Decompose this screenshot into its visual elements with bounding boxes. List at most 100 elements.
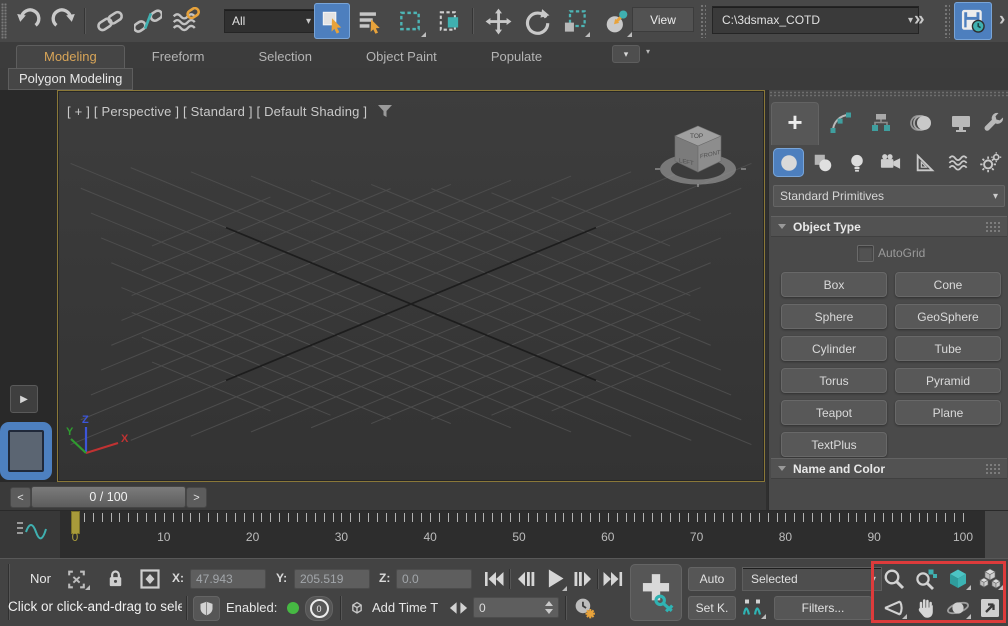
ribbon-tab-object-paint[interactable]: Object Paint xyxy=(339,46,464,68)
per-view-filter-icon[interactable] xyxy=(377,105,393,118)
redo-button[interactable] xyxy=(46,3,82,39)
key-filters-icon-button[interactable] xyxy=(740,595,768,621)
viewcube[interactable]: TOP LEFT FRONT xyxy=(650,117,750,201)
ribbon-tab-populate[interactable]: Populate xyxy=(464,46,569,68)
rollout-object-type[interactable]: Object Type xyxy=(771,216,1007,237)
rollout-name-and-color[interactable]: Name and Color xyxy=(771,458,1007,479)
undo-button[interactable] xyxy=(10,3,46,39)
expand-panel-button[interactable]: ▶ xyxy=(10,385,38,413)
category-space-warps[interactable] xyxy=(943,148,974,177)
set-key-button[interactable]: Set K. xyxy=(688,596,736,620)
tab-motion[interactable] xyxy=(903,108,939,138)
rollout-grip-icon[interactable] xyxy=(985,221,1000,232)
x-coordinate-field[interactable]: 47.943 xyxy=(190,569,266,589)
select-and-manipulate-button[interactable] xyxy=(598,3,634,39)
field-of-view-button[interactable] xyxy=(878,594,909,621)
toolbar-overflow-button[interactable]: » xyxy=(914,9,925,31)
set-keys-button[interactable] xyxy=(630,564,682,621)
caddy-counter-button[interactable]: 0 xyxy=(305,596,333,621)
rectangular-selection-region-button[interactable] xyxy=(392,3,428,39)
y-coordinate-field[interactable]: 205.519 xyxy=(294,569,370,589)
object-type-button-plane[interactable]: Plane xyxy=(895,400,1001,425)
object-type-button-geosphere[interactable]: GeoSphere xyxy=(895,304,1001,329)
object-type-button-cone[interactable]: Cone xyxy=(895,272,1001,297)
primitive-category-dropdown[interactable]: Standard Primitives ▾ xyxy=(773,185,1005,207)
tab-utilities[interactable] xyxy=(979,108,1008,138)
autogrid-checkbox[interactable] xyxy=(857,245,874,262)
ribbon-tab-modeling[interactable]: Modeling xyxy=(16,45,125,68)
track-bar-ruler[interactable]: 0102030405060708090100 xyxy=(60,511,985,559)
category-helpers[interactable] xyxy=(909,148,940,177)
orbit-button[interactable] xyxy=(942,594,973,621)
perspective-viewport[interactable]: [ + ] [ Perspective ] [ Standard ] [ Def… xyxy=(57,90,765,482)
object-type-button-torus[interactable]: Torus xyxy=(781,368,887,393)
category-shapes[interactable] xyxy=(807,148,838,177)
zoom-all-button[interactable] xyxy=(910,565,941,592)
viewport-layout-tab[interactable] xyxy=(0,422,52,480)
category-cameras[interactable] xyxy=(875,148,906,177)
panel-drag-handle[interactable] xyxy=(769,91,1008,97)
go-to-end-button[interactable] xyxy=(601,567,625,594)
bind-to-space-warp-button[interactable] xyxy=(168,3,204,39)
z-coordinate-field[interactable]: 0.0 xyxy=(396,569,472,589)
selection-filter-dropdown[interactable]: All ▾ xyxy=(224,9,317,33)
play-animation-button[interactable] xyxy=(541,565,569,593)
auto-key-button[interactable]: Auto xyxy=(688,567,736,591)
category-lights[interactable] xyxy=(841,148,872,177)
absolute-offset-mode-toggle[interactable] xyxy=(138,567,164,592)
object-type-button-pyramid[interactable]: Pyramid xyxy=(895,368,1001,393)
tab-modify[interactable] xyxy=(823,108,859,138)
spinner-up-icon[interactable] xyxy=(545,601,553,606)
go-to-start-button[interactable] xyxy=(482,567,506,594)
add-time-tag-label[interactable]: Add Time T xyxy=(372,600,442,615)
object-type-button-cylinder[interactable]: Cylinder xyxy=(781,336,887,361)
ribbon-tab-selection[interactable]: Selection xyxy=(232,46,339,68)
select-and-move-button[interactable] xyxy=(480,3,516,39)
ribbon-minimize-caret[interactable]: ▾ xyxy=(646,47,650,56)
pan-view-button[interactable] xyxy=(910,594,941,621)
ribbon-tab-freeform[interactable]: Freeform xyxy=(125,46,232,68)
unlink-selection-button[interactable] xyxy=(130,3,166,39)
viewcube-top-label[interactable]: TOP xyxy=(690,133,703,140)
reference-coordinate-system[interactable]: View xyxy=(632,7,694,32)
zoom-extents-button[interactable] xyxy=(942,565,973,592)
selection-lock-toggle[interactable] xyxy=(104,567,128,592)
select-and-link-button[interactable] xyxy=(92,3,128,39)
key-filter-set-dropdown[interactable]: Selected ▾ xyxy=(742,567,882,591)
ribbon-subtab-polygon-modeling[interactable]: Polygon Modeling xyxy=(8,68,133,90)
maximize-viewport-toggle[interactable] xyxy=(974,594,1005,621)
mini-curve-editor-button[interactable] xyxy=(14,518,48,543)
category-geometry[interactable] xyxy=(773,148,804,177)
caddy-settings-button[interactable] xyxy=(193,596,220,621)
object-type-button-box[interactable]: Box xyxy=(781,272,887,297)
next-frame-button[interactable] xyxy=(571,567,595,594)
toolbar-drag-handle[interactable] xyxy=(1,3,7,39)
current-frame-field[interactable]: 0 xyxy=(473,597,559,618)
spinner-down-icon[interactable] xyxy=(545,609,553,614)
select-and-rotate-button[interactable] xyxy=(518,3,554,39)
tab-create[interactable]: + xyxy=(771,102,819,145)
key-mode-toggle[interactable] xyxy=(448,600,469,619)
tab-display[interactable] xyxy=(943,108,979,138)
time-slider[interactable]: 0 / 100 xyxy=(31,486,186,508)
previous-frame-slider-button[interactable]: < xyxy=(10,487,31,508)
viewport-label-text[interactable]: [ + ] [ Perspective ] [ Standard ] [ Def… xyxy=(67,104,367,119)
toolbar-overflow-right[interactable]: › xyxy=(999,9,1005,31)
window-crossing-toggle-button[interactable] xyxy=(432,3,468,39)
autosave-time-button[interactable] xyxy=(954,2,992,40)
object-type-button-teapot[interactable]: Teapot xyxy=(781,400,887,425)
tab-hierarchy[interactable] xyxy=(863,108,899,138)
zoom-button[interactable] xyxy=(878,565,909,592)
rollout-grip-icon[interactable] xyxy=(985,463,1000,474)
select-object-button[interactable] xyxy=(314,3,350,39)
filters-button[interactable]: Filters... xyxy=(774,596,872,620)
previous-frame-button[interactable] xyxy=(514,567,538,594)
ribbon-minimize-button[interactable]: ▾ xyxy=(612,45,640,63)
object-type-button-tube[interactable]: Tube xyxy=(895,336,1001,361)
time-configuration-button[interactable] xyxy=(572,596,597,624)
zoom-extents-all-button[interactable] xyxy=(974,565,1005,592)
next-frame-slider-button[interactable]: > xyxy=(186,487,207,508)
select-by-name-button[interactable] xyxy=(352,3,388,39)
object-type-button-textplus[interactable]: TextPlus xyxy=(781,432,887,457)
isolate-selection-button[interactable] xyxy=(64,567,92,592)
